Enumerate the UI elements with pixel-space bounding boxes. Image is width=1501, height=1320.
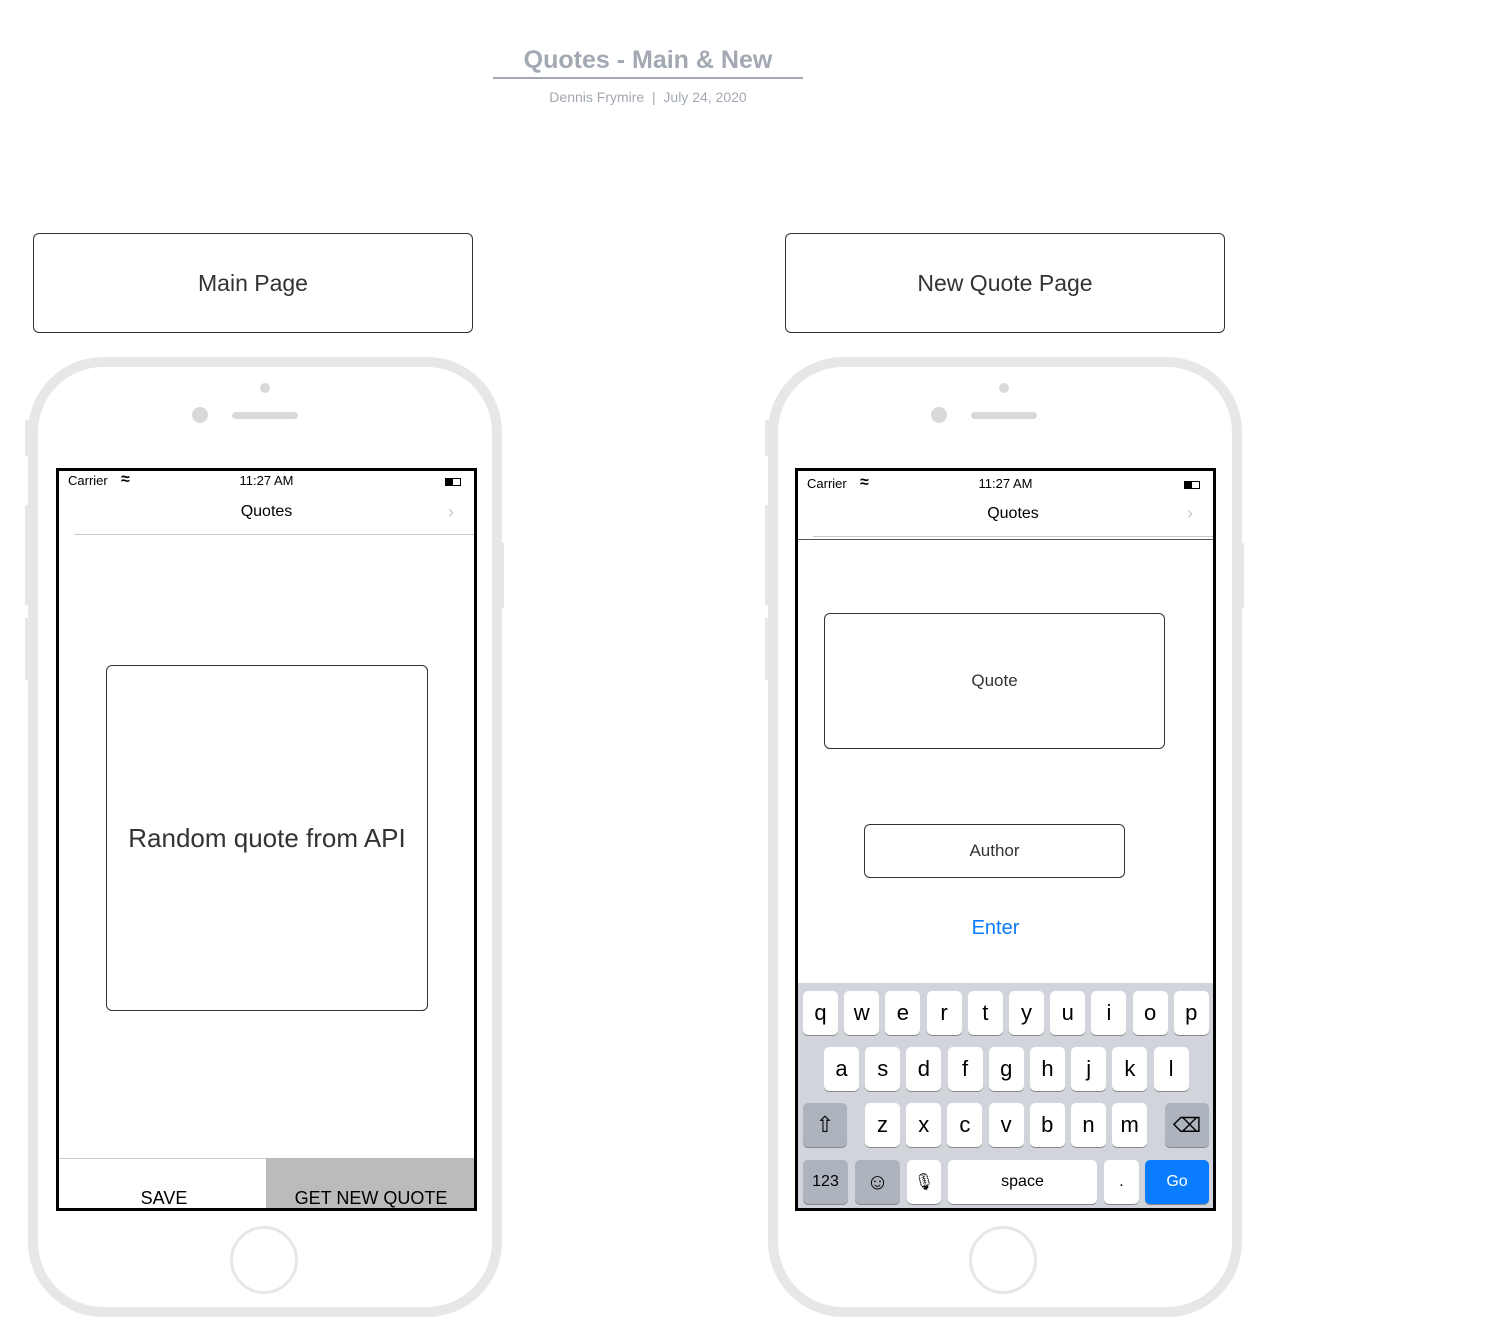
nav-title: Quotes (987, 505, 1039, 522)
key-j[interactable]: j (1071, 1047, 1107, 1091)
get-new-quote-button[interactable]: GET NEW QUOTE (266, 1158, 474, 1208)
go-key[interactable]: Go (1145, 1160, 1209, 1204)
key-g[interactable]: g (988, 1047, 1024, 1091)
key-k[interactable]: k (1112, 1047, 1148, 1091)
main-screen: Carrier ≈ 11:27 AM Quotes › Random quote… (56, 468, 477, 1211)
keyboard: q w e r t y u i o p a s d f g h j k l z x c v b n m ⇧ ⌫ 123 ☺ 🎙 space. G… (798, 983, 1213, 1208)
enter-button[interactable]: Enter (798, 917, 1193, 940)
period-key[interactable]: . (1104, 1160, 1139, 1204)
quote-display: Random quote from API (106, 665, 428, 1011)
chevron-right-icon[interactable]: › (448, 502, 454, 523)
main-page-label: Main Page (33, 233, 473, 333)
new-quote-page-label: New Quote Page (785, 233, 1225, 333)
key-a[interactable]: a (824, 1047, 859, 1091)
key-l[interactable]: l (1153, 1047, 1189, 1091)
author-input[interactable]: Author (864, 824, 1125, 878)
quote-input[interactable]: Quote (824, 613, 1165, 749)
key-f[interactable]: f (947, 1047, 983, 1091)
speaker (971, 412, 1037, 419)
microphone-key-icon[interactable]: 🎙 (907, 1160, 941, 1204)
key-i[interactable]: i (1091, 991, 1127, 1035)
time: 11:27 AM (978, 476, 1033, 491)
author: Dennis Frymire (549, 89, 645, 105)
speaker (232, 412, 298, 419)
document-title: Quotes - Main & New (493, 46, 803, 79)
separator: | (651, 89, 656, 105)
nav-divider (798, 539, 1213, 540)
document-subtitle: Dennis Frymire | July 24, 2020 (493, 89, 803, 105)
time: 11:27 AM (239, 473, 294, 488)
key-v[interactable]: v (988, 1103, 1024, 1147)
home-button[interactable] (969, 1226, 1037, 1294)
key-c[interactable]: c (947, 1103, 983, 1147)
shift-key-icon[interactable]: ⇧ (803, 1103, 847, 1147)
home-button[interactable] (230, 1226, 298, 1294)
battery-icon (445, 478, 461, 486)
nav-divider (74, 534, 474, 535)
key-r[interactable]: r (926, 991, 962, 1035)
key-w[interactable]: w (844, 991, 880, 1035)
nav-title: Quotes (240, 503, 293, 520)
space-key[interactable]: space (948, 1160, 1097, 1204)
nav-divider (813, 536, 1213, 537)
key-q[interactable]: q (803, 991, 838, 1035)
key-e[interactable]: e (885, 991, 921, 1035)
key-o[interactable]: o (1132, 991, 1168, 1035)
key-z[interactable]: z (865, 1103, 900, 1147)
key-u[interactable]: u (1050, 991, 1086, 1035)
key-s[interactable]: s (865, 1047, 901, 1091)
key-n[interactable]: n (1071, 1103, 1106, 1147)
key-m[interactable]: m (1112, 1103, 1148, 1147)
key-h[interactable]: h (1030, 1047, 1065, 1091)
key-y[interactable]: y (1009, 991, 1044, 1035)
key-b[interactable]: b (1029, 1103, 1065, 1147)
new-screen: Carrier ≈ 11:27 AM Quotes › Quote Author… (795, 468, 1216, 1211)
front-camera (931, 407, 947, 423)
key-d[interactable]: d (906, 1047, 942, 1091)
key-x[interactable]: x (906, 1103, 942, 1147)
numbers-key[interactable]: 123 (803, 1160, 848, 1204)
key-p[interactable]: p (1173, 991, 1209, 1035)
battery-icon (1184, 481, 1200, 489)
camera-dot (260, 383, 270, 393)
camera-dot (999, 383, 1009, 393)
front-camera (192, 407, 208, 423)
delete-key-icon[interactable]: ⌫ (1165, 1103, 1209, 1147)
date: July 24, 2020 (663, 89, 747, 105)
chevron-right-icon[interactable]: › (1187, 503, 1193, 524)
key-t[interactable]: t (967, 991, 1003, 1035)
emoji-key-icon[interactable]: ☺ (855, 1160, 900, 1204)
save-button[interactable]: SAVE (59, 1158, 269, 1208)
